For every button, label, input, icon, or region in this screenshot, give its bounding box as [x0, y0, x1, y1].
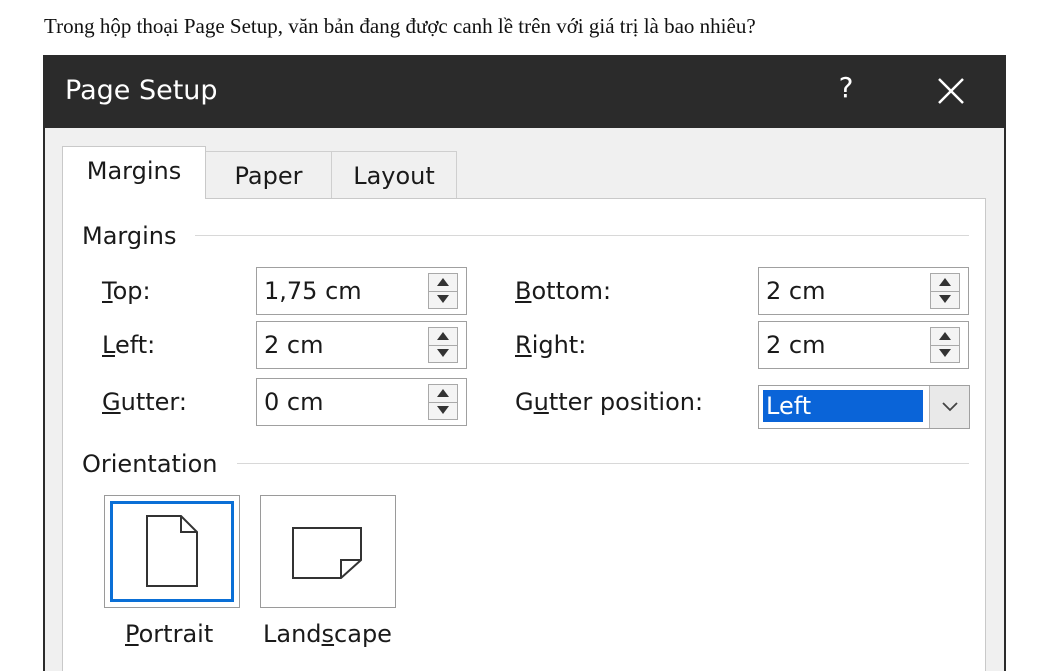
right-margin-value[interactable]: 2 cm	[766, 331, 825, 359]
bottom-spin-down[interactable]	[931, 291, 959, 308]
left-spin-arrows-icon[interactable]	[428, 327, 458, 363]
close-button[interactable]	[933, 73, 969, 109]
orientation-group-label: Orientation	[82, 450, 228, 478]
gutter-position-label: Gutter position:	[515, 388, 704, 416]
left-label: Left:	[102, 331, 156, 359]
tab-paper-label: Paper	[234, 162, 303, 190]
help-button[interactable]: ?	[835, 71, 857, 107]
top-margin-spinner[interactable]: 1,75 cm	[256, 267, 467, 315]
bottom-margin-spinner[interactable]: 2 cm	[758, 267, 969, 315]
bottom-label: Bottom:	[515, 277, 612, 305]
gutter-spinner[interactable]: 0 cm	[256, 378, 467, 426]
title-bar[interactable]: Page Setup ?	[45, 55, 1004, 128]
top-spin-up[interactable]	[429, 274, 457, 292]
margins-group-divider	[195, 235, 969, 236]
gutter-label: Gutter:	[102, 388, 187, 416]
landscape-page-icon	[292, 527, 362, 579]
dialog-title: Page Setup	[65, 75, 218, 106]
gutter-position-dropdown[interactable]: Left	[758, 385, 970, 429]
dropdown-button[interactable]	[929, 386, 969, 428]
right-spin-down[interactable]	[931, 345, 959, 362]
left-spin-down[interactable]	[429, 345, 457, 362]
question-text: Trong hộp thoại Page Setup, văn bản đang…	[44, 14, 756, 38]
landscape-button[interactable]	[260, 495, 396, 608]
page-setup-dialog: Page Setup ? Margins Paper Layout Margin…	[43, 55, 1006, 671]
gutter-spin-arrows-icon[interactable]	[428, 384, 458, 420]
top-spin-down[interactable]	[429, 291, 457, 308]
top-spin-arrows-icon[interactable]	[428, 273, 458, 309]
landscape-label[interactable]: Landscape	[263, 620, 392, 648]
close-icon	[938, 78, 964, 104]
right-spin-up[interactable]	[931, 328, 959, 346]
gutter-spin-up[interactable]	[429, 385, 457, 403]
top-label: Top:	[102, 277, 151, 305]
portrait-page-icon	[146, 515, 198, 587]
left-margin-spinner[interactable]: 2 cm	[256, 321, 467, 369]
gutter-position-value[interactable]: Left	[763, 390, 923, 422]
tab-layout[interactable]: Layout	[331, 151, 457, 201]
tab-margins[interactable]: Margins	[62, 146, 206, 199]
gutter-value[interactable]: 0 cm	[264, 388, 323, 416]
portrait-label[interactable]: Portrait	[125, 620, 213, 648]
gutter-spin-down[interactable]	[429, 402, 457, 419]
right-spin-arrows-icon[interactable]	[930, 327, 960, 363]
tab-paper[interactable]: Paper	[205, 151, 332, 201]
bottom-spin-arrows-icon[interactable]	[930, 273, 960, 309]
right-margin-spinner[interactable]: 2 cm	[758, 321, 969, 369]
chevron-down-icon	[942, 402, 958, 412]
bottom-margin-value[interactable]: 2 cm	[766, 277, 825, 305]
tab-layout-label: Layout	[353, 162, 435, 190]
left-spin-up[interactable]	[429, 328, 457, 346]
margins-group-label: Margins	[82, 222, 187, 250]
portrait-button[interactable]	[104, 495, 240, 608]
top-margin-value[interactable]: 1,75 cm	[264, 277, 362, 305]
right-label: Right:	[515, 331, 587, 359]
orientation-group-divider	[237, 463, 969, 464]
bottom-spin-up[interactable]	[931, 274, 959, 292]
left-margin-value[interactable]: 2 cm	[264, 331, 323, 359]
tab-margins-label: Margins	[86, 157, 182, 185]
